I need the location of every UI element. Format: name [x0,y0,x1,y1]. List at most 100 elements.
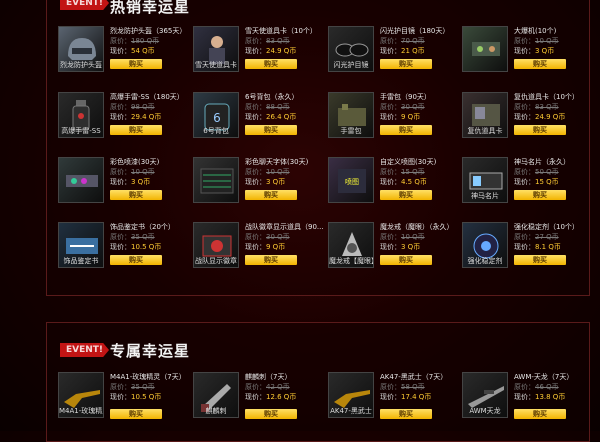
item-info: 闪光护目镜（180天） 原价：70 Q币 现价：21 Q币 [380,26,464,56]
item-thumbnail[interactable] [58,157,104,203]
item-thumbnail[interactable]: AK47-黑武士 [328,372,374,418]
buy-button[interactable]: 购买 [380,409,432,419]
original-price: 原价：30 Q币 [245,232,329,242]
item-name: AK47-黑武士（7天） [380,373,448,381]
item-thumbnail[interactable]: 战队显示徽章 [193,222,239,268]
buy-button[interactable]: 购买 [514,190,566,200]
item-thumbnail[interactable]: 烈龙防护头盔 [58,26,104,72]
original-price-label: 原价： [514,168,535,176]
current-price-value: 17.4 Q币 [401,393,432,401]
current-price: 现价：8.1 Q币 [514,242,598,252]
current-price-label: 现价： [380,178,401,186]
shop-item: 战队显示徽章 战队徽章显示道具（90... 原价：30 Q币 现价：9 Q币 购买 [193,222,324,278]
buy-button[interactable]: 购买 [514,59,566,69]
original-price-value: 10 Q币 [131,168,155,176]
buy-button[interactable]: 购买 [380,255,432,265]
item-name: M4A1-玫瑰精灵（7天） [110,373,186,381]
buy-button[interactable]: 购买 [380,59,432,69]
thumbnail-caption: 雪天使道具卡 [195,61,237,69]
item-thumbnail[interactable] [462,26,508,72]
original-price-label: 原价： [245,103,266,111]
current-price-value: 21 Q币 [401,47,425,55]
original-price: 原价：88 Q币 [245,102,329,112]
current-price-value: 54 Q币 [131,47,155,55]
original-price-label: 原价： [380,233,401,241]
buy-button[interactable]: 购买 [245,255,297,265]
item-info: 彩色喷漆(30天) 原价：10 Q币 现价：3 Q币 [110,157,194,187]
item-info: 麒麟刺（7天） 原价：42 Q币 现价：12.6 Q币 [245,372,329,402]
item-thumbnail[interactable] [193,157,239,203]
original-price-value: 70 Q币 [401,37,425,45]
current-price: 现价：9 Q币 [380,112,464,122]
item-thumbnail[interactable]: 喷图 [328,157,374,203]
buy-button[interactable]: 购买 [245,190,297,200]
current-price: 现价：3 Q币 [380,242,464,252]
item-thumbnail[interactable]: 手雷包 [328,92,374,138]
buy-button[interactable]: 购买 [245,125,297,135]
item-thumbnail[interactable]: 6 6号背包 [193,92,239,138]
buy-button[interactable]: 购买 [110,59,162,69]
shop-item: 喷图 自定义喷图(30天) 原价：15 Q币 现价：4.5 Q币 购买 [328,157,458,213]
original-price-value: 15 Q币 [401,168,425,176]
section-title: 热销幸运星 [110,0,191,16]
shop-item: 麒麟刺 麒麟刺（7天） 原价：42 Q币 现价：12.6 Q币 购买 [193,372,323,432]
item-thumbnail[interactable]: 强化稳定剂 [462,222,508,268]
item-thumbnail[interactable]: 饰品鉴定书 [58,222,104,268]
current-price-value: 4.5 Q币 [401,178,427,186]
item-name: 高爆手雷-SS（180天） [110,93,184,101]
item-thumbnail[interactable]: M4A1-玫瑰精灵 [58,372,104,418]
original-price-value: 83 Q币 [535,103,559,111]
item-thumbnail[interactable]: 雪天使道具卡 [193,26,239,72]
current-price-label: 现价： [380,113,401,121]
original-price-label: 原价： [245,233,266,241]
original-price-value: 35 Q币 [131,233,155,241]
buy-button[interactable]: 购买 [110,125,162,135]
current-price: 现价：9 Q币 [245,242,329,252]
original-price-label: 原价： [110,383,131,391]
item-thumbnail[interactable]: 高爆手雷-SS [58,92,104,138]
item-info: 神马名片（永久） 原价：50 Q币 现价：15 Q币 [514,157,598,187]
original-price-value: 10 Q币 [401,233,425,241]
current-price: 现价：12.6 Q币 [245,392,329,402]
buy-button[interactable]: 购买 [514,409,566,419]
original-price-value: 58 Q币 [401,383,425,391]
current-price-value: 3 Q币 [131,178,151,186]
original-price: 原价：30 Q币 [380,102,464,112]
item-info: AWM-天龙（7天） 原价：46 Q币 现价：13.8 Q币 [514,372,598,402]
buy-button[interactable]: 购买 [245,59,297,69]
buy-button[interactable]: 购买 [110,409,162,419]
buy-button[interactable]: 购买 [514,125,566,135]
item-thumbnail[interactable]: 复仇道具卡 [462,92,508,138]
shop-item: M4A1-玫瑰精灵 M4A1-玫瑰精灵（7天） 原价：35 Q币现价：10.5 Q币… [58,372,188,432]
current-price-label: 现价： [514,243,535,251]
current-price-value: 3 Q币 [401,243,421,251]
item-name: 饰品鉴定书（20个） [110,223,175,231]
item-thumbnail[interactable]: AWM天龙 [462,372,508,418]
original-price-value: 42 Q币 [266,383,290,391]
item-info: 烈龙防护头盔（365天） 原价：180 Q币 现价：54 Q币 [110,26,194,56]
item-info: AK47-黑武士（7天） 原价：58 Q币 现价：17.4 Q币 [380,372,464,402]
item-name: 强化稳定剂（10个） [514,223,579,231]
buy-button[interactable]: 购买 [110,255,162,265]
current-price-label: 现价： [380,243,401,251]
original-price: 原价：10 Q币 [110,167,194,177]
item-info: 大爆机(10个) 原价：10 Q币 现价：3 Q币 [514,26,598,56]
item-info: 强化稳定剂（10个） 原价：27 Q币 现价：8.1 Q币 [514,222,598,252]
shop-item: 大爆机(10个) 原价：10 Q币 现价：3 Q币 购买 [462,26,592,82]
original-price: 原价：83 Q币 [245,36,329,46]
buy-button[interactable]: 购买 [380,125,432,135]
current-price: 现价：3 Q币 [245,177,329,187]
item-thumbnail[interactable]: 魔龙戒【魔眼】 [328,222,374,268]
item-thumbnail[interactable]: 神马名片 [462,157,508,203]
shop-item: 6 6号背包 6号背包（永久） 原价：88 Q币 现价：26.4 Q币 购买 [193,92,323,148]
item-info: 饰品鉴定书（20个） 原价：35 Q币 现价：10.5 Q币 [110,222,194,252]
buy-button[interactable]: 购买 [110,190,162,200]
current-price: 现价：26.4 Q币 [245,112,329,122]
buy-button[interactable]: 购买 [514,255,566,265]
item-thumbnail[interactable]: 闪光护目镜 [328,26,374,72]
buy-button[interactable]: 购买 [380,190,432,200]
item-thumbnail[interactable]: 麒麟刺 [193,372,239,418]
original-price: 原价：58 Q币 [380,382,464,392]
buy-button[interactable]: 购买 [245,409,297,419]
item-name: 魔龙戒（魔眼）（永久） [380,223,454,231]
